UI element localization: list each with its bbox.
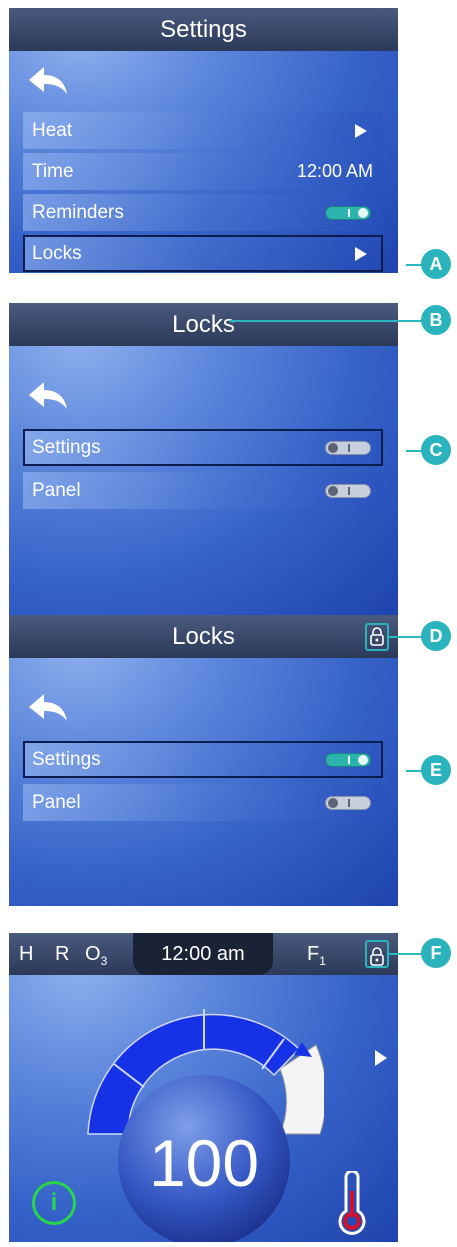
reminders-toggle[interactable] xyxy=(325,206,371,220)
settings-screen: Settings Heat Time 12:00 AM Reminders Lo… xyxy=(9,8,398,273)
locks-item-panel[interactable]: Panel xyxy=(23,472,383,509)
menu-item-time[interactable]: Time 12:00 AM xyxy=(23,153,383,190)
panel-lock-toggle[interactable] xyxy=(325,796,371,810)
callout-f: F xyxy=(421,938,451,968)
callout-a: A xyxy=(421,249,451,279)
back-arrow-icon[interactable] xyxy=(27,691,69,725)
menu-item-label: Heat xyxy=(32,120,73,141)
callout-d: D xyxy=(421,621,451,651)
callout-b: B xyxy=(421,305,451,335)
screen-title: Locks xyxy=(9,615,398,658)
play-arrow-icon xyxy=(355,124,367,138)
next-arrow-icon[interactable] xyxy=(375,1050,387,1066)
callout-line xyxy=(406,450,422,452)
temperature-value: 100 xyxy=(149,1126,259,1200)
ozone-indicator: O3 xyxy=(85,943,108,968)
menu-item-reminders[interactable]: Reminders xyxy=(23,194,383,231)
callout-line xyxy=(406,770,422,772)
time-value: 12:00 AM xyxy=(296,161,373,181)
lock-icon xyxy=(370,947,384,966)
menu-item-heat[interactable]: Heat xyxy=(23,112,383,149)
status-bar: H R O3 12:00 am F1 xyxy=(9,933,398,975)
heat-indicator: H xyxy=(19,943,34,965)
thermometer-icon[interactable] xyxy=(334,1171,370,1239)
callout-line xyxy=(230,320,422,322)
clock[interactable]: 12:00 am xyxy=(133,933,273,975)
callout-c: C xyxy=(421,435,451,465)
lock-icon xyxy=(370,627,384,646)
screen-title: Settings xyxy=(9,8,398,51)
lock-indicator xyxy=(365,623,389,651)
menu-item-label: Panel xyxy=(32,792,81,813)
callout-line xyxy=(389,953,422,955)
settings-lock-toggle[interactable] xyxy=(325,753,371,767)
menu-item-label: Settings xyxy=(32,749,101,770)
menu-item-label: Settings xyxy=(32,437,101,458)
menu-item-label: Locks xyxy=(32,243,82,264)
menu-item-label: Reminders xyxy=(32,202,124,223)
locks-item-settings[interactable]: Settings xyxy=(23,741,383,778)
locks-screen-off: Locks Settings Panel xyxy=(9,303,398,615)
back-arrow-icon[interactable] xyxy=(27,64,69,98)
main-screen: H R O3 12:00 am F1 100 i xyxy=(9,933,398,1242)
locks-item-panel[interactable]: Panel xyxy=(23,784,383,821)
locks-screen-on: Locks Settings Panel xyxy=(9,615,398,906)
temperature-dial[interactable]: 100 xyxy=(84,1009,324,1242)
locks-item-settings[interactable]: Settings xyxy=(23,429,383,466)
callout-line xyxy=(406,264,422,266)
menu-item-locks[interactable]: Locks xyxy=(23,235,383,272)
panel-lock-toggle[interactable] xyxy=(325,484,371,498)
reminder-indicator: R xyxy=(55,943,70,965)
info-button[interactable]: i xyxy=(32,1181,76,1225)
menu-item-label: Time xyxy=(32,161,74,182)
lock-indicator xyxy=(365,940,389,968)
settings-lock-toggle[interactable] xyxy=(325,441,371,455)
play-arrow-icon xyxy=(355,247,367,261)
filter-indicator: F1 xyxy=(307,943,326,968)
callout-line xyxy=(389,636,422,638)
callout-e: E xyxy=(421,755,451,785)
screen-title: Locks xyxy=(9,303,398,346)
back-arrow-icon[interactable] xyxy=(27,379,69,413)
menu-item-label: Panel xyxy=(32,480,81,501)
